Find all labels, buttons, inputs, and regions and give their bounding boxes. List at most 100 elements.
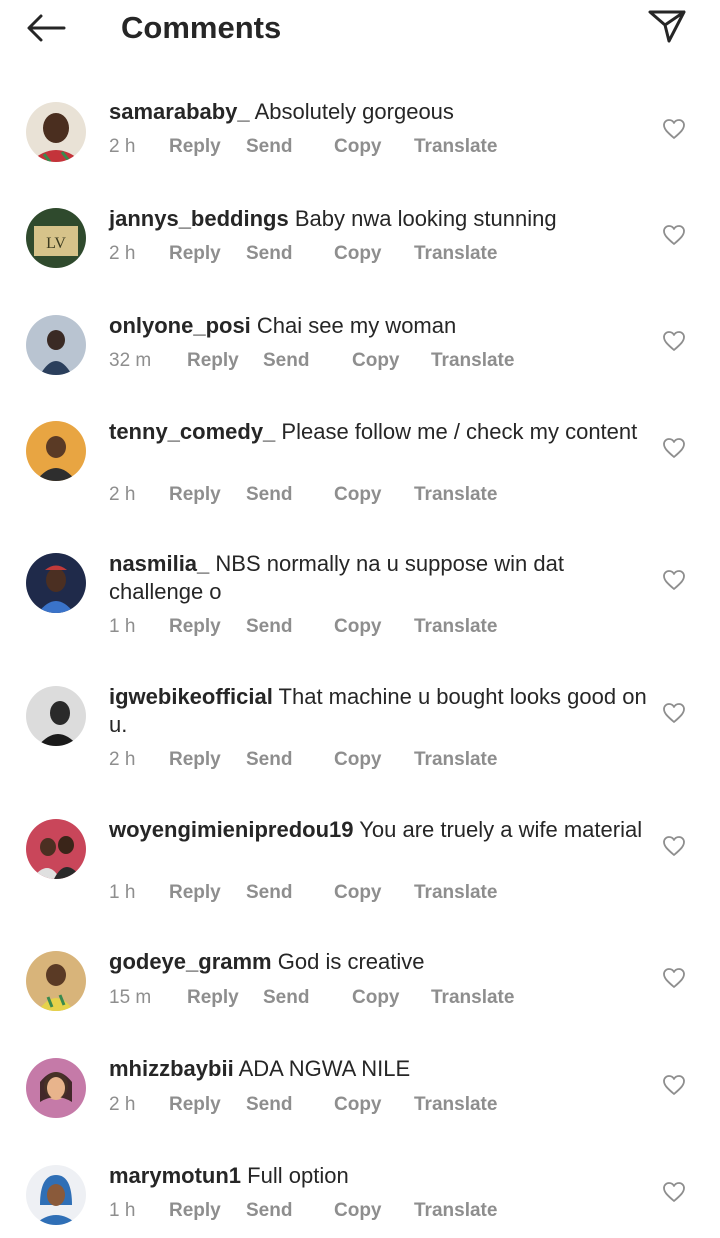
- reply-button[interactable]: Reply: [169, 882, 221, 904]
- heart-icon[interactable]: [662, 436, 686, 460]
- heart-icon[interactable]: [662, 966, 686, 990]
- heart-icon[interactable]: [662, 329, 686, 353]
- comment-text: marymotun1 Full option: [109, 1162, 654, 1190]
- heart-icon[interactable]: [662, 568, 686, 592]
- comment-text: nasmilia_ NBS normally na u suppose win …: [109, 550, 654, 606]
- comment-time: 2 h: [109, 1094, 136, 1115]
- comment-text: woyengimienipredou19 You are truely a wi…: [109, 816, 654, 844]
- translate-button[interactable]: Translate: [414, 749, 497, 771]
- copy-button[interactable]: Copy: [334, 136, 382, 158]
- comment-body: Please follow me / check my content: [281, 419, 638, 444]
- comment-time: 1 h: [109, 882, 136, 903]
- translate-button[interactable]: Translate: [414, 136, 497, 158]
- comment-body: ADA NGWA NILE: [238, 1056, 411, 1081]
- send-button[interactable]: Send: [246, 484, 292, 506]
- comment-text: mhizzbaybii ADA NGWA NILE: [109, 1055, 654, 1083]
- avatar[interactable]: [26, 819, 86, 879]
- copy-button[interactable]: Copy: [352, 987, 400, 1009]
- send-button[interactable]: Send: [246, 243, 292, 265]
- translate-button[interactable]: Translate: [414, 484, 497, 506]
- reply-button[interactable]: Reply: [169, 243, 221, 265]
- comment-time: 2 h: [109, 243, 136, 264]
- avatar[interactable]: [26, 315, 86, 375]
- reply-button[interactable]: Reply: [169, 484, 221, 506]
- comment-text: jannys_beddings Baby nwa looking stunnin…: [109, 205, 654, 233]
- send-button[interactable]: Send: [246, 136, 292, 158]
- heart-icon[interactable]: [662, 1073, 686, 1097]
- send-button[interactable]: Send: [246, 1200, 292, 1222]
- heart-icon[interactable]: [662, 834, 686, 858]
- translate-button[interactable]: Translate: [414, 1200, 497, 1222]
- translate-button[interactable]: Translate: [414, 243, 497, 265]
- comment-username[interactable]: igwebikeofficial: [109, 684, 273, 709]
- comment-text: onlyone_posi Chai see my woman: [109, 312, 654, 340]
- comment-text: godeye_gramm God is creative: [109, 948, 654, 976]
- copy-button[interactable]: Copy: [334, 882, 382, 904]
- translate-button[interactable]: Translate: [431, 987, 514, 1009]
- avatar[interactable]: [26, 1165, 86, 1225]
- avatar[interactable]: [26, 421, 86, 481]
- comment-time: 1 h: [109, 616, 136, 637]
- comment-username[interactable]: marymotun1: [109, 1163, 241, 1188]
- comment-text: igwebikeofficial That machine u bought l…: [109, 683, 654, 739]
- heart-icon[interactable]: [662, 701, 686, 725]
- comment-body: You are truely a wife material: [359, 817, 643, 842]
- comment-username[interactable]: godeye_gramm: [109, 949, 272, 974]
- send-button[interactable]: Send: [263, 350, 309, 372]
- send-button[interactable]: Send: [246, 749, 292, 771]
- translate-button[interactable]: Translate: [414, 616, 497, 638]
- avatar[interactable]: [26, 951, 86, 1011]
- back-button[interactable]: [22, 10, 70, 50]
- comment-body: Absolutely gorgeous: [254, 99, 454, 124]
- comment-body: Full option: [247, 1163, 349, 1188]
- comment-username[interactable]: tenny_comedy_: [109, 419, 275, 444]
- comment-text: samarababy_ Absolutely gorgeous: [109, 98, 654, 126]
- comment-body: God is creative: [277, 949, 425, 974]
- reply-button[interactable]: Reply: [169, 136, 221, 158]
- copy-button[interactable]: Copy: [334, 1200, 382, 1222]
- share-button[interactable]: [644, 8, 690, 48]
- copy-button[interactable]: Copy: [334, 1094, 382, 1116]
- reply-button[interactable]: Reply: [169, 1200, 221, 1222]
- reply-button[interactable]: Reply: [169, 1094, 221, 1116]
- copy-button[interactable]: Copy: [334, 749, 382, 771]
- comment-time: 15 m: [109, 987, 152, 1008]
- avatar[interactable]: [26, 102, 86, 162]
- translate-button[interactable]: Translate: [414, 882, 497, 904]
- send-button[interactable]: Send: [263, 987, 309, 1009]
- copy-button[interactable]: Copy: [352, 350, 400, 372]
- avatar[interactable]: [26, 686, 86, 746]
- arrow-left-icon: [26, 13, 66, 48]
- comment-body: Baby nwa looking stunning: [294, 206, 557, 231]
- reply-button[interactable]: Reply: [187, 350, 239, 372]
- comment-time: 2 h: [109, 136, 136, 157]
- top-bar: Comments: [0, 0, 720, 60]
- avatar[interactable]: LV: [26, 208, 86, 268]
- send-button[interactable]: Send: [246, 882, 292, 904]
- heart-icon[interactable]: [662, 117, 686, 141]
- comment-body: Chai see my woman: [256, 313, 457, 338]
- reply-button[interactable]: Reply: [187, 987, 239, 1009]
- heart-icon[interactable]: [662, 1180, 686, 1204]
- copy-button[interactable]: Copy: [334, 616, 382, 638]
- avatar[interactable]: [26, 1058, 86, 1118]
- translate-button[interactable]: Translate: [414, 1094, 497, 1116]
- page-title: Comments: [121, 10, 282, 45]
- svg-text:LV: LV: [46, 235, 66, 252]
- comment-time: 32 m: [109, 350, 152, 371]
- comment-username[interactable]: nasmilia_: [109, 551, 209, 576]
- reply-button[interactable]: Reply: [169, 616, 221, 638]
- copy-button[interactable]: Copy: [334, 484, 382, 506]
- avatar[interactable]: [26, 553, 86, 613]
- comment-username[interactable]: mhizzbaybii: [109, 1056, 234, 1081]
- heart-icon[interactable]: [662, 223, 686, 247]
- copy-button[interactable]: Copy: [334, 243, 382, 265]
- comment-username[interactable]: samarababy_: [109, 99, 250, 124]
- send-button[interactable]: Send: [246, 616, 292, 638]
- reply-button[interactable]: Reply: [169, 749, 221, 771]
- comment-username[interactable]: jannys_beddings: [109, 206, 289, 231]
- send-button[interactable]: Send: [246, 1094, 292, 1116]
- comment-username[interactable]: onlyone_posi: [109, 313, 251, 338]
- translate-button[interactable]: Translate: [431, 350, 514, 372]
- comment-username[interactable]: woyengimienipredou19: [109, 817, 354, 842]
